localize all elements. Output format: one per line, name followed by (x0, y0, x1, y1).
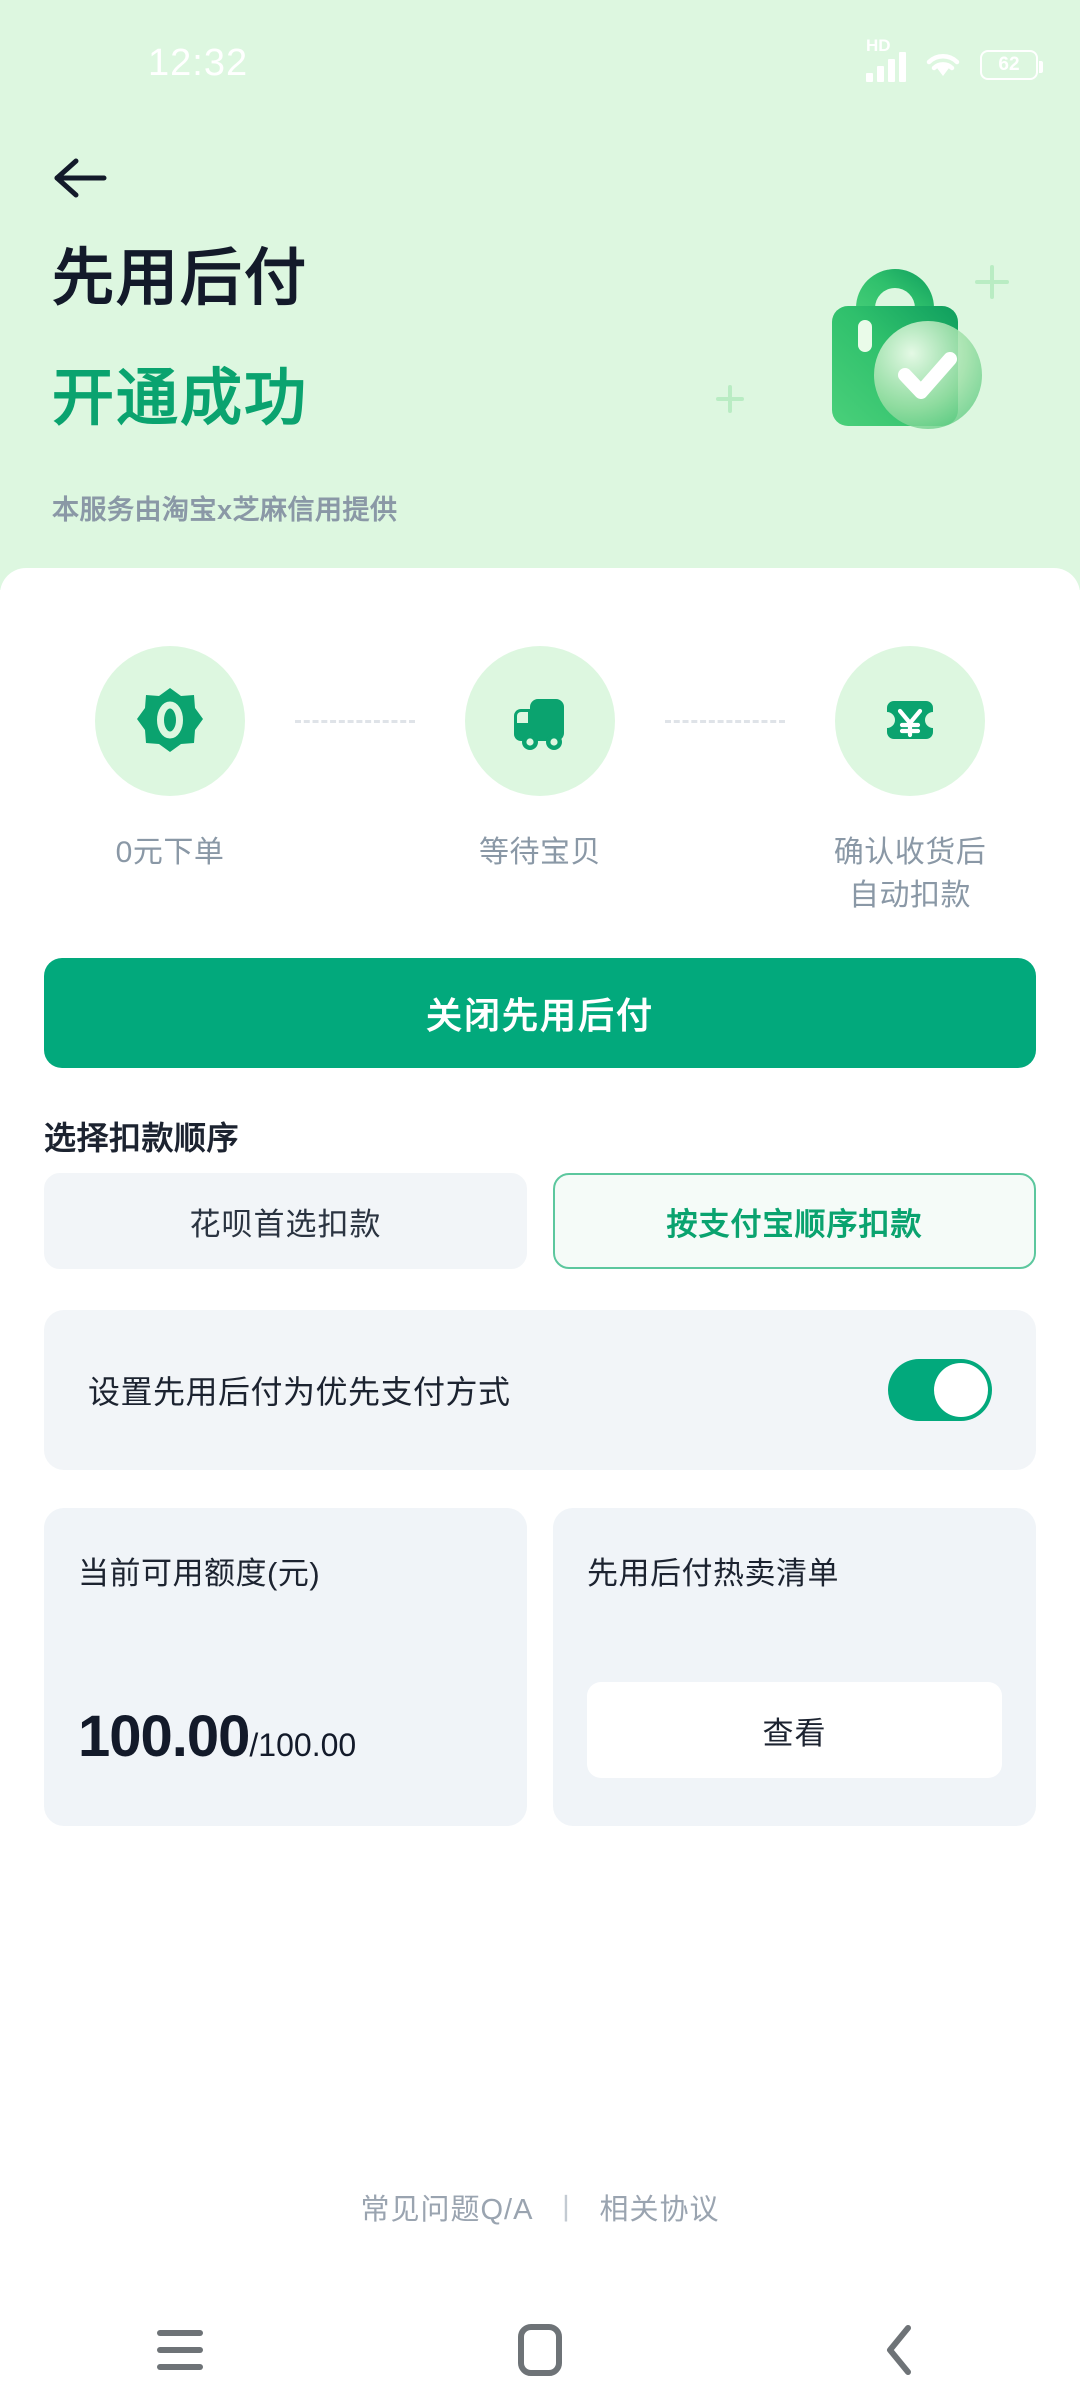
signal-icon: HD (866, 36, 906, 82)
faq-link[interactable]: 常见问题Q/A (361, 2186, 534, 2228)
hero-header: 12:32 HD 62 先用后付 开通成功 本服务由淘宝x芝麻信用提供 (0, 0, 1080, 590)
steps-flow: 0元下单 等待宝贝 确认收货后 自动扣款 (0, 646, 1080, 917)
menu-icon (157, 2330, 203, 2370)
battery-level: 62 (998, 54, 1020, 75)
shopping-bag-success-icon (770, 240, 1020, 470)
delivery-truck-icon (514, 699, 564, 750)
service-provider-note: 本服务由淘宝x芝麻信用提供 (52, 495, 398, 525)
back-chevron-icon (887, 2325, 911, 2375)
back-arrow-icon (54, 158, 107, 198)
deduction-option-huabei[interactable]: 花呗首选扣款 (44, 1173, 527, 1269)
hd-label: HD (866, 36, 891, 55)
hot-list-card-title: 先用后付热卖清单 (587, 1556, 839, 1591)
footer-links: 常见问题Q/A 丨 相关协议 (0, 2186, 1080, 2228)
footer-separator: 丨 (551, 2194, 582, 2226)
battery-icon: 62 (980, 50, 1043, 80)
quota-available: 100.00 (78, 1704, 250, 1769)
nav-back-button[interactable] (830, 2300, 970, 2400)
step-connector (665, 720, 785, 723)
step-item: 0元下单 (45, 646, 295, 875)
status-bar-icons: HD 62 (866, 36, 1043, 82)
android-nav-bar (0, 2300, 1080, 2400)
page-title: 先用后付 (52, 244, 309, 313)
priority-payment-row[interactable]: 设置先用后付为优先支付方式 (44, 1310, 1036, 1470)
step-item: 等待宝贝 (415, 646, 665, 875)
content-sheet: 0元下单 等待宝贝 确认收货后 自动扣款 关闭先用后付 选择扣款顺序 花呗首选扣… (0, 568, 1080, 2400)
close-service-button[interactable]: 关闭先用后付 (44, 958, 1036, 1068)
agreement-link[interactable]: 相关协议 (599, 2186, 719, 2228)
nav-home-button[interactable] (470, 2300, 610, 2400)
step-icon-wrap (835, 646, 985, 796)
deduction-order-title: 选择扣款顺序 (44, 1120, 240, 1156)
status-bar: 12:32 HD 62 (0, 0, 1080, 110)
nav-recents-button[interactable] (110, 2300, 250, 2400)
step-connector (295, 720, 415, 723)
priority-payment-toggle[interactable] (888, 1359, 992, 1421)
quota-total: /100.00 (249, 1727, 357, 1763)
yen-coupon-icon (887, 701, 933, 739)
home-square-icon (518, 2324, 562, 2376)
phone-screen: 12:32 HD 62 先用后付 开通成功 本服务由淘宝x芝麻信用提供 0元下单… (0, 0, 1080, 2400)
wifi-icon (926, 54, 960, 76)
toggle-knob (934, 1363, 988, 1417)
page-subtitle: 开通成功 (52, 364, 309, 433)
step-label: 0元下单 (115, 836, 225, 869)
step-item: 确认收货后 自动扣款 (785, 646, 1035, 917)
quota-card: 当前可用额度(元) 100.00 /100.00 (44, 1508, 527, 1826)
zero-badge-icon (137, 688, 203, 752)
priority-payment-label: 设置先用后付为优先支付方式 (88, 1374, 511, 1410)
quota-card-title: 当前可用额度(元) (78, 1556, 321, 1591)
view-hot-list-button[interactable]: 查看 (587, 1682, 1002, 1778)
sparkle-icon (716, 385, 744, 413)
status-bar-clock: 12:32 (148, 42, 249, 84)
step-icon-wrap (465, 646, 615, 796)
step-label: 确认收货后 自动扣款 (833, 836, 987, 912)
step-label: 等待宝贝 (479, 836, 601, 869)
hot-list-card: 先用后付热卖清单 查看 (553, 1508, 1036, 1826)
info-cards: 当前可用额度(元) 100.00 /100.00 先用后付热卖清单 查看 (44, 1508, 1036, 1826)
deduction-order-options: 花呗首选扣款 按支付宝顺序扣款 (44, 1173, 1036, 1269)
quota-amount: 100.00 /100.00 (78, 1703, 356, 1770)
step-icon-wrap (95, 646, 245, 796)
deduction-option-alipay[interactable]: 按支付宝顺序扣款 (553, 1173, 1036, 1269)
back-button[interactable] (44, 140, 120, 216)
